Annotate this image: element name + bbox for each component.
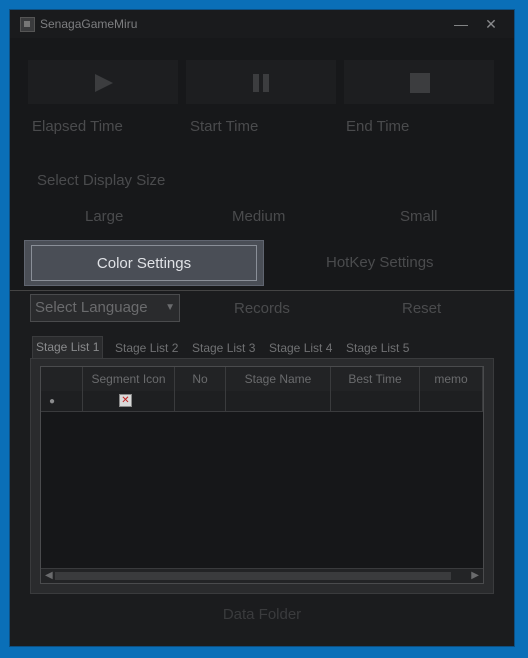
table-row[interactable]: ● ✕: [41, 391, 483, 412]
play-icon: [95, 74, 113, 92]
row-header-corner: [41, 367, 83, 391]
horizontal-scrollbar[interactable]: ◀ ▶: [41, 568, 483, 583]
window-title: SenagaGameMiru: [40, 17, 138, 31]
size-medium-button[interactable]: Medium: [232, 208, 285, 225]
size-small-button[interactable]: Small: [400, 208, 438, 225]
records-button[interactable]: Records: [234, 300, 290, 317]
scroll-left-icon[interactable]: ◀: [45, 570, 53, 581]
broken-image-icon: ✕: [119, 394, 132, 407]
size-large-button[interactable]: Large: [85, 208, 123, 225]
best-time-cell[interactable]: [331, 391, 420, 411]
stop-button[interactable]: [344, 60, 494, 104]
pause-button[interactable]: [186, 60, 336, 104]
row-header: ●: [41, 391, 83, 411]
elapsed-time-label: Elapsed Time: [32, 118, 123, 135]
color-settings-button[interactable]: Color Settings: [24, 240, 264, 286]
pause-icon: [253, 74, 269, 92]
chevron-down-icon: ▼: [165, 302, 175, 313]
scroll-right-icon[interactable]: ▶: [471, 570, 479, 581]
start-time-label: Start Time: [190, 118, 259, 135]
grid-header: Segment Icon No Stage Name Best Time mem…: [41, 367, 483, 392]
row-marker: ●: [49, 396, 56, 407]
column-header[interactable]: memo: [420, 367, 483, 391]
tab-stage-list-1[interactable]: Stage List 1: [32, 336, 104, 358]
column-header[interactable]: Best Time: [331, 367, 420, 391]
data-folder-button[interactable]: Data Folder: [10, 606, 514, 623]
hotkey-settings-button[interactable]: HotKey Settings: [326, 254, 434, 271]
memo-cell[interactable]: [420, 391, 483, 411]
tab-stage-list-4[interactable]: Stage List 4: [266, 338, 335, 358]
display-size-label: Select Display Size: [37, 172, 166, 189]
stage-grid[interactable]: Segment Icon No Stage Name Best Time mem…: [40, 366, 484, 584]
scroll-thumb[interactable]: [55, 572, 451, 580]
column-header[interactable]: Segment Icon: [83, 367, 175, 391]
segment-icon-cell[interactable]: ✕: [83, 391, 175, 411]
end-time-label: End Time: [346, 118, 410, 135]
column-header[interactable]: No: [175, 367, 226, 391]
tab-stage-list-5[interactable]: Stage List 5: [343, 338, 412, 358]
language-select[interactable]: Select Language ▼: [30, 294, 180, 322]
play-button[interactable]: [28, 60, 178, 104]
title-bar: SenagaGameMiru — ✕: [10, 10, 514, 38]
app-icon: [20, 17, 35, 32]
close-button[interactable]: ✕: [480, 14, 502, 34]
language-select-value: Select Language: [35, 299, 148, 316]
column-header[interactable]: Stage Name: [226, 367, 331, 391]
tab-stage-list-2[interactable]: Stage List 2: [112, 338, 181, 358]
reset-button[interactable]: Reset: [402, 300, 441, 317]
app-window: SenagaGameMiru — ✕ Elapsed Time Start Ti…: [10, 10, 514, 646]
stop-icon: [410, 73, 430, 93]
color-settings-label: Color Settings: [31, 245, 257, 281]
tab-stage-list-3[interactable]: Stage List 3: [189, 338, 258, 358]
stage-name-cell[interactable]: [226, 391, 331, 411]
no-cell[interactable]: [175, 391, 226, 411]
minimize-button[interactable]: —: [450, 14, 472, 34]
